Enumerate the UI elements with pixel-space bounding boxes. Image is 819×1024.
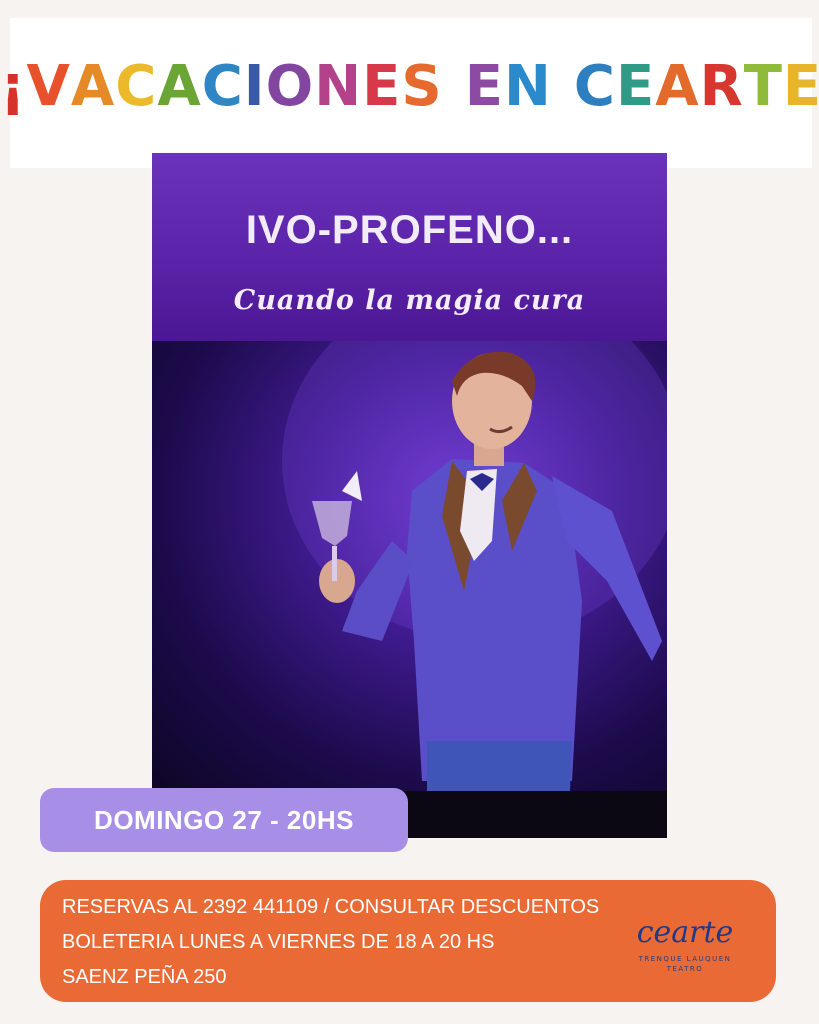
headline-letter: A <box>655 54 700 119</box>
headline-letter: E <box>464 54 504 119</box>
headline-letter: N <box>504 54 552 119</box>
headline-letter: V <box>26 54 71 119</box>
headline-letter: O <box>265 54 315 119</box>
headline-letter: C <box>201 54 244 119</box>
headline-letter: T <box>743 54 783 119</box>
date-text: DOMINGO 27 - 20HS <box>94 805 354 835</box>
headline-letter: C <box>115 54 158 119</box>
headline-letter: A <box>157 54 202 119</box>
headline-letter: S <box>401 54 443 119</box>
logo-wordmark: cearte <box>637 915 734 950</box>
headline-letter: R <box>699 54 744 119</box>
date-pill: DOMINGO 27 - 20HS <box>40 788 408 852</box>
headline-letter: E <box>362 54 402 119</box>
stage-photo <box>152 281 667 791</box>
info-box: RESERVAS AL 2392 441109 / CONSULTAR DESC… <box>40 880 776 1002</box>
headline-letter: E <box>782 54 819 119</box>
poster-subtitle: Cuando la magia cura <box>233 285 586 316</box>
headline-letter: N <box>314 54 363 119</box>
headline: ¡VACACIONES EN CEARTE! <box>0 52 819 122</box>
logo-tagline-2: TEATRO <box>666 965 704 973</box>
magician-illustration <box>282 281 667 791</box>
cearte-logo: cearte TRENQUE LAUQUEN TEATRO <box>623 908 753 978</box>
headline-letter: I <box>243 54 266 119</box>
headline-letter: A <box>70 54 116 119</box>
box-office-line: BOLETERIA LUNES A VIERNES DE 18 A 20 HS <box>62 931 495 953</box>
reservations-line: RESERVAS AL 2392 441109 / CONSULTAR DESC… <box>62 896 600 918</box>
headline-letter: E <box>615 54 656 119</box>
headline-letter: ¡ <box>0 54 27 119</box>
poster-title: IVO-PROFENO... <box>245 208 574 252</box>
address-line: SAENZ PEÑA 250 <box>62 966 227 988</box>
headline-letter: C <box>573 54 616 119</box>
logo-tagline: TRENQUE LAUQUEN <box>638 955 732 963</box>
event-poster: IVO-PROFENO... Cuando la magia cura <box>152 153 667 838</box>
